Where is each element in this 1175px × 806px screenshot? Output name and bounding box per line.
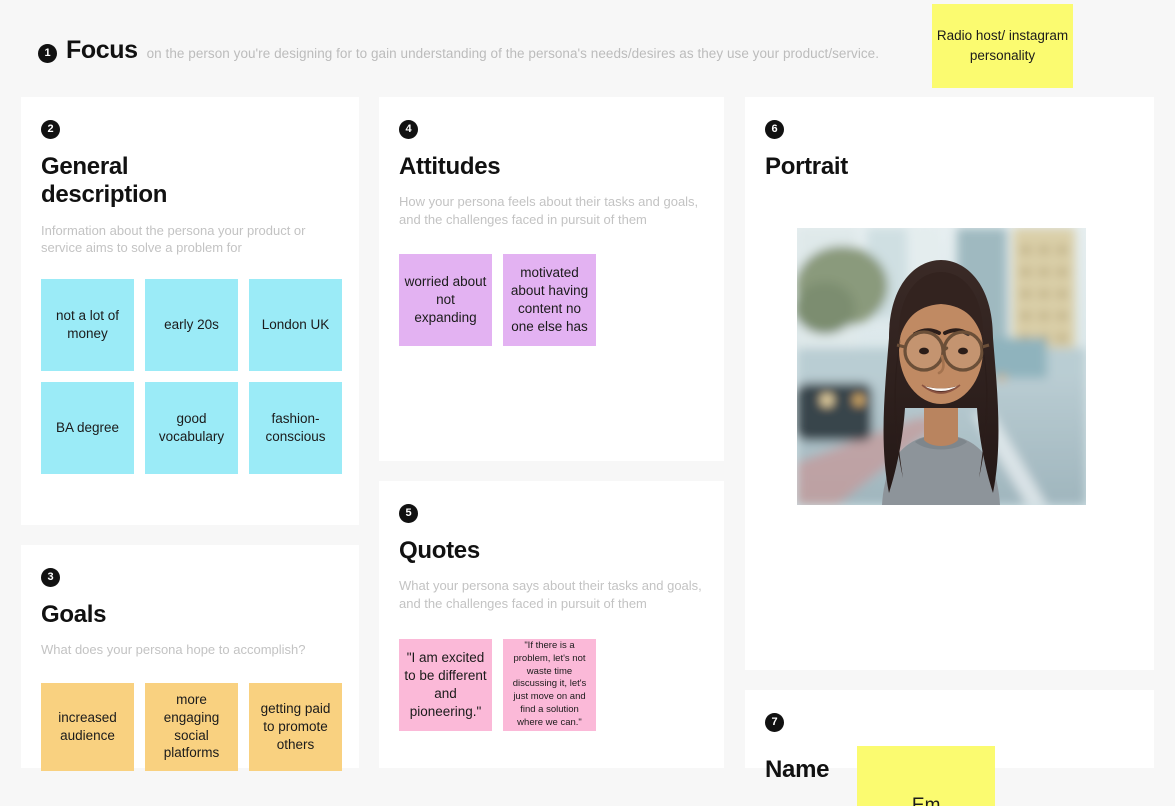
sticky-note[interactable]: increased audience	[41, 682, 134, 771]
card-goals: 3 Goals What does your persona hope to a…	[21, 545, 359, 771]
sticky-note-grid-general: not a lot of money early 20s London UK B…	[41, 279, 344, 475]
step-badge-5: 5	[399, 504, 418, 523]
sticky-note[interactable]: "If there is a problem, let's not waste …	[503, 638, 596, 731]
card-description-quotes: What your persona says about their tasks…	[399, 578, 702, 611]
card-badge-row: 7	[765, 712, 1134, 732]
sticky-note[interactable]: worried about not expanding	[399, 253, 492, 346]
sticky-note[interactable]: BA degree	[41, 382, 134, 475]
sticky-note-persona-role[interactable]: Radio host/ instagram personality	[932, 4, 1073, 88]
card-title-line-1: General	[41, 153, 129, 180]
sticky-note-grid-goals: increased audience more engaging social …	[41, 682, 344, 771]
card-badge-row: 5	[399, 503, 704, 523]
sticky-note[interactable]: early 20s	[145, 279, 238, 372]
card-description-attitudes: How your persona feels about their tasks…	[399, 194, 699, 227]
sticky-note[interactable]: getting paid to promote others	[249, 682, 342, 771]
card-badge-row: 3	[41, 567, 339, 587]
step-badge-6: 6	[765, 120, 784, 139]
step-badge-1: 1	[38, 44, 57, 63]
card-title-line-2: description	[41, 181, 168, 209]
page-header: 1 Focus on the person you're designing f…	[0, 0, 1175, 97]
sticky-note-persona-name-text: Em	[911, 795, 941, 806]
page-title: Focus	[66, 36, 138, 64]
card-title-quotes: Quotes	[399, 537, 480, 564]
sticky-note[interactable]: more engaging social platforms	[145, 682, 238, 771]
card-name: 7 Name Em	[745, 690, 1154, 806]
step-badge-4: 4	[399, 120, 418, 139]
sticky-note[interactable]: fashion-conscious	[249, 382, 342, 475]
card-badge-row: 4	[399, 119, 704, 139]
focus-heading: 1 Focus on the person you're designing f…	[38, 36, 879, 65]
sticky-note[interactable]: motivated about having content no one el…	[503, 253, 596, 346]
portrait-image	[797, 228, 1086, 505]
sticky-note-persona-name[interactable]: Em	[857, 746, 996, 806]
card-quotes: 5 Quotes What your persona says about th…	[379, 481, 724, 768]
card-badge-row: 2	[41, 119, 339, 139]
step-badge-2: 2	[41, 120, 60, 139]
card-description-general: Information about the persona your produ…	[41, 222, 306, 255]
sticky-note-grid-quotes: "I am excited to be different and pionee…	[399, 638, 704, 731]
card-portrait: 6 Portrait	[745, 97, 1154, 670]
card-attitudes: 4 Attitudes How your persona feels about…	[379, 97, 724, 461]
card-title-general-description: General description	[41, 153, 339, 210]
card-title-attitudes: Attitudes	[399, 153, 501, 180]
sticky-note[interactable]: not a lot of money	[41, 279, 134, 372]
card-title-name: Name	[765, 756, 830, 783]
name-row: Name Em	[765, 746, 1134, 806]
step-badge-7: 7	[765, 713, 784, 732]
sticky-note[interactable]: London UK	[249, 279, 342, 372]
sticky-note[interactable]: good vocabulary	[145, 382, 238, 475]
card-title-goals: Goals	[41, 601, 107, 628]
card-badge-row: 6	[765, 119, 1134, 139]
sticky-note[interactable]: "I am excited to be different and pionee…	[399, 638, 492, 731]
sticky-note-grid-attitudes: worried about not expanding motivated ab…	[399, 253, 704, 346]
step-badge-3: 3	[41, 568, 60, 587]
card-title-portrait: Portrait	[765, 153, 848, 180]
card-general-description: 2 General description Information about …	[21, 97, 359, 525]
page-subtitle: on the person you're designing for to ga…	[146, 46, 880, 61]
portrait-photo[interactable]	[797, 228, 1086, 505]
card-description-goals: What does your persona hope to accomplis…	[41, 642, 306, 658]
